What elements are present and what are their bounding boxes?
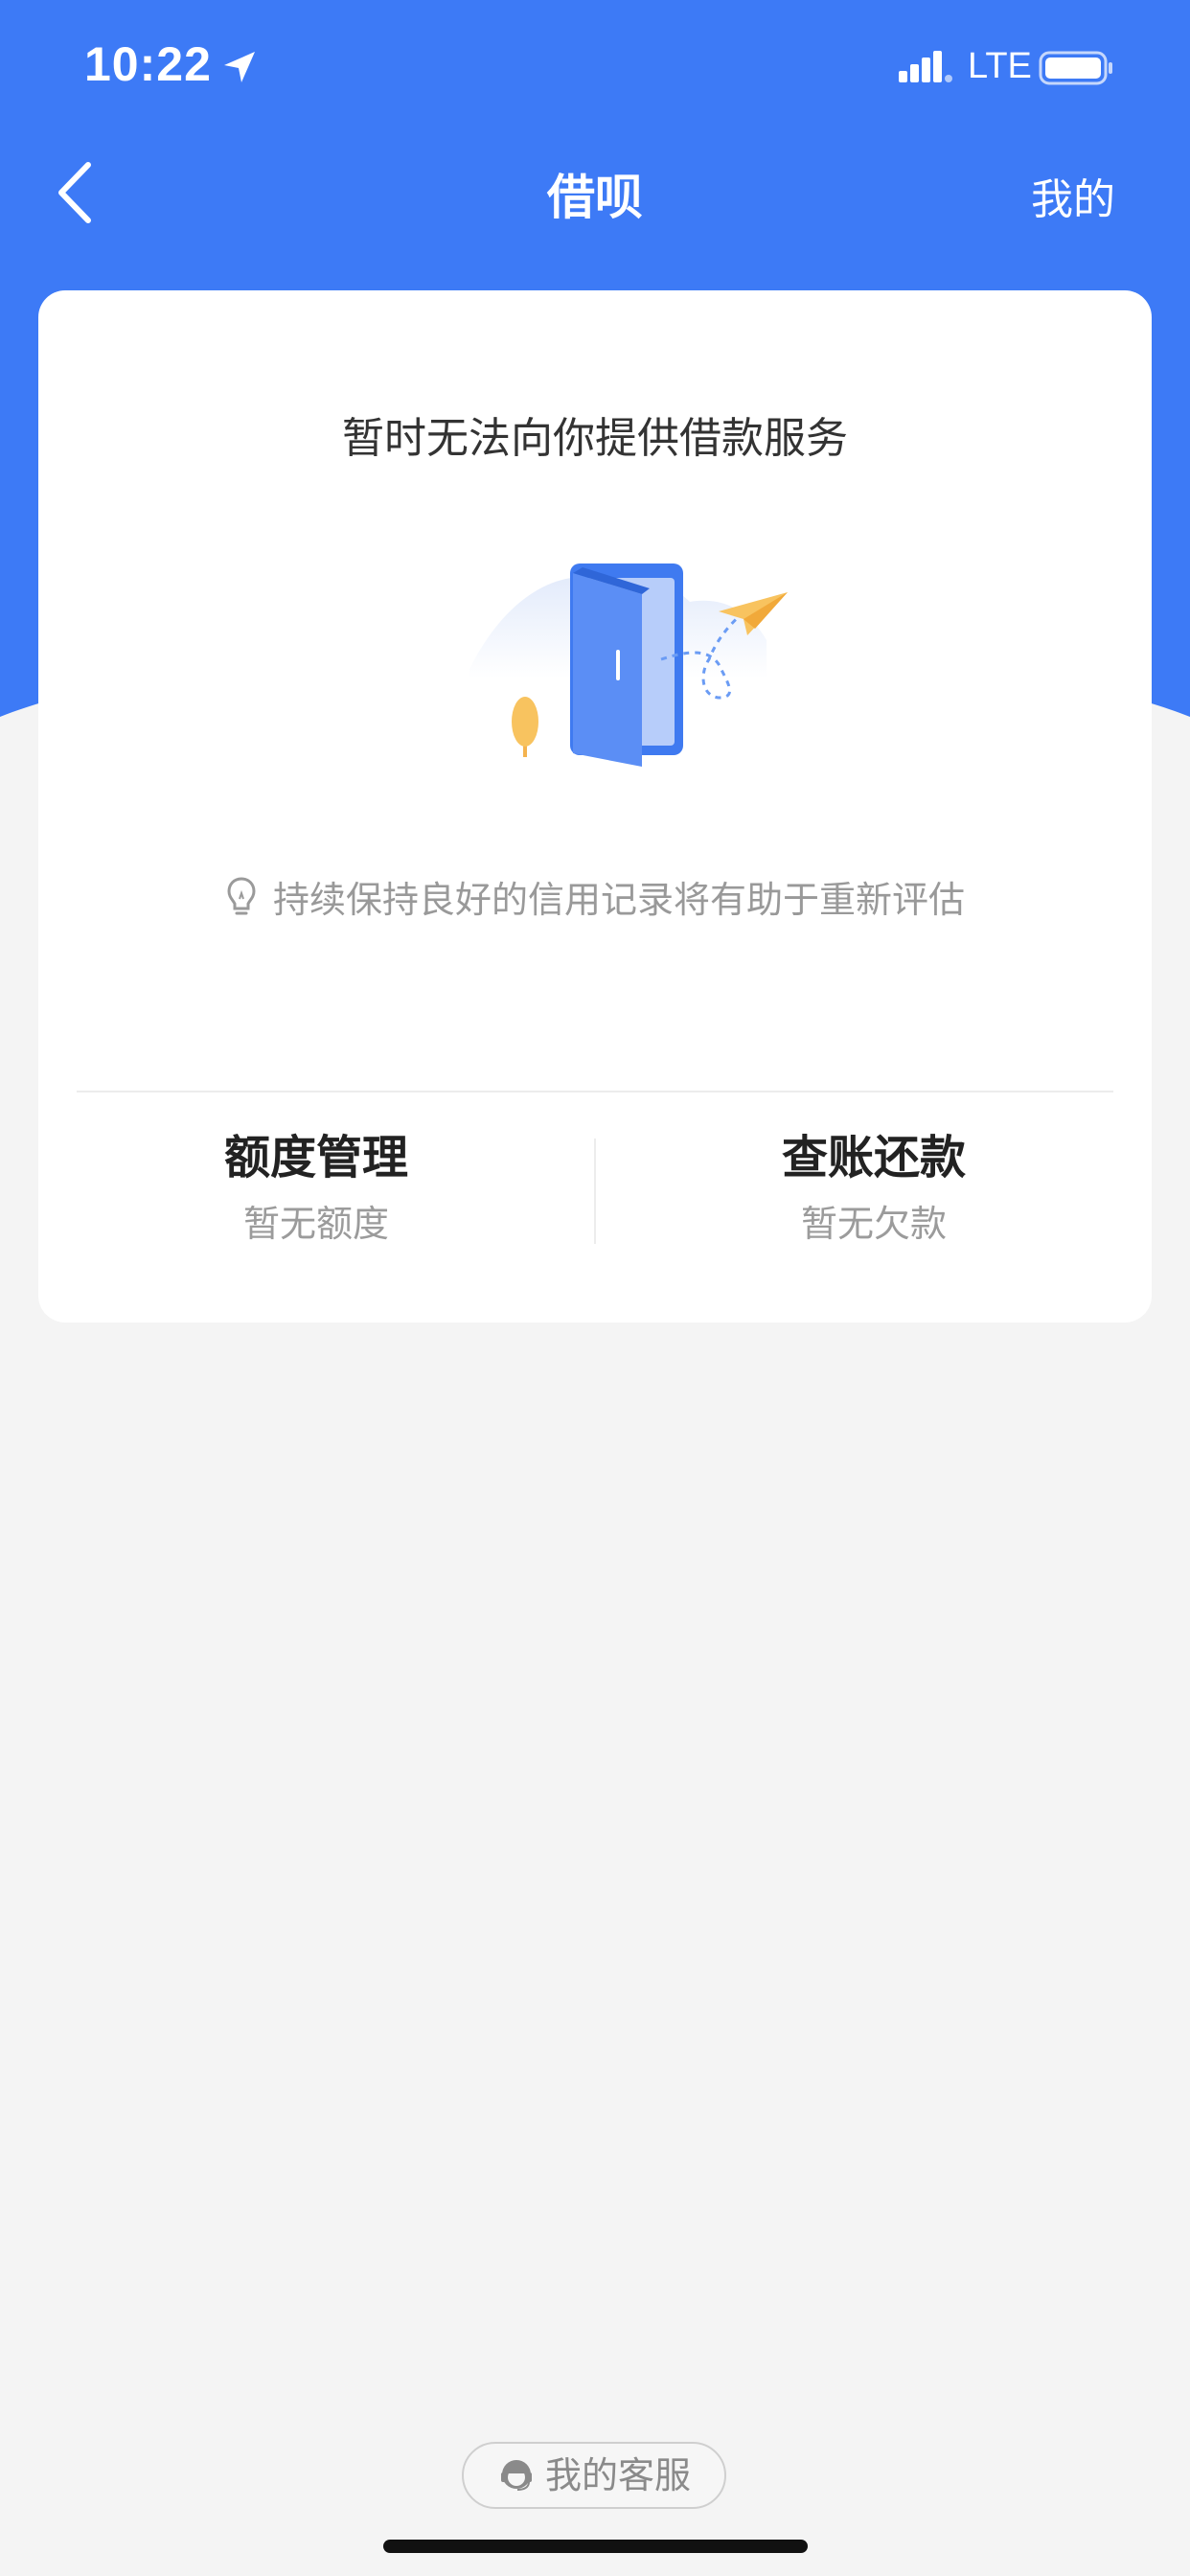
- mine-link[interactable]: 我的: [1031, 165, 1115, 226]
- card-divider: [77, 1091, 1113, 1092]
- home-indicator[interactable]: [383, 2540, 808, 2553]
- open-door-illustration: [469, 564, 788, 767]
- signal-bars-icon: [899, 51, 952, 82]
- customer-service-label: 我的客服: [544, 2454, 691, 2496]
- location-arrow-icon: [224, 52, 255, 82]
- tip-text: 持续保持良好的信用记录将有助于重新评估: [272, 879, 965, 921]
- bill-repayment-status: 暂无欠款: [800, 1203, 947, 1245]
- status-bar: 10:22 LTE: [0, 0, 1190, 134]
- status-time: 10:22: [84, 37, 212, 91]
- status-card: 暂时无法向你提供借款服务 持续保持良好的信用记录将有助于重新评估 额度管理 暂无…: [38, 290, 1152, 1322]
- credit-limit-button[interactable]: 额度管理 暂无额度: [38, 1124, 594, 1253]
- customer-service-icon: [500, 2460, 532, 2491]
- credit-limit-status: 暂无额度: [242, 1203, 389, 1245]
- page-title: 借呗: [547, 170, 643, 225]
- tip-row: 持续保持良好的信用记录将有助于重新评估: [38, 870, 1152, 923]
- network-type: LTE: [968, 46, 1032, 86]
- customer-service-button[interactable]: 我的客服: [462, 2442, 726, 2509]
- credit-limit-title: 额度管理: [223, 1131, 408, 1184]
- lightbulb-icon: [227, 877, 256, 915]
- bill-repayment-title: 查账还款: [781, 1131, 966, 1184]
- battery-icon: [1039, 51, 1112, 85]
- service-unavailable-headline: 暂时无法向你提供借款服务: [342, 414, 848, 463]
- bill-repayment-button[interactable]: 查账还款 暂无欠款: [596, 1124, 1152, 1253]
